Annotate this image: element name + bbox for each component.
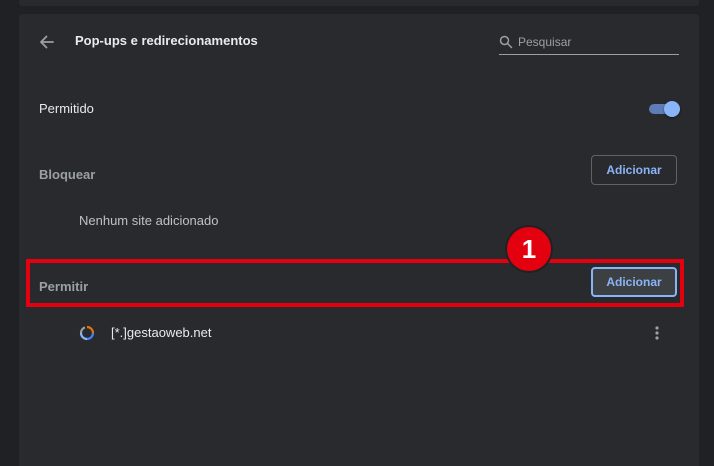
site-more-button[interactable] bbox=[647, 323, 667, 343]
settings-card: Pop-ups e redirecionamentos Permitido Bl… bbox=[19, 14, 699, 466]
search-field[interactable] bbox=[499, 32, 679, 55]
list-item: [*.]gestaoweb.net bbox=[79, 318, 679, 348]
top-bar bbox=[0, 0, 714, 14]
arrow-left-icon bbox=[40, 35, 54, 49]
block-section-label: Bloquear bbox=[39, 167, 96, 182]
block-add-button[interactable]: Adicionar bbox=[591, 155, 677, 185]
back-button[interactable] bbox=[37, 32, 57, 52]
block-empty-text: Nenhum site adicionado bbox=[79, 213, 219, 228]
page-title: Pop-ups e redirecionamentos bbox=[75, 33, 258, 48]
allow-add-button[interactable]: Adicionar bbox=[591, 267, 677, 297]
allow-section-label: Permitir bbox=[39, 279, 89, 294]
site-favicon-icon bbox=[79, 325, 95, 341]
allowed-setting-label: Permitido bbox=[39, 101, 94, 116]
allowed-toggle[interactable] bbox=[648, 101, 680, 117]
step-badge: 1 bbox=[507, 227, 551, 271]
site-name: [*.]gestaoweb.net bbox=[111, 325, 212, 340]
top-bar-strip bbox=[19, 0, 699, 6]
more-vert-icon bbox=[655, 326, 659, 340]
search-input[interactable] bbox=[518, 32, 673, 52]
toggle-knob bbox=[664, 101, 680, 117]
search-icon bbox=[499, 35, 513, 49]
